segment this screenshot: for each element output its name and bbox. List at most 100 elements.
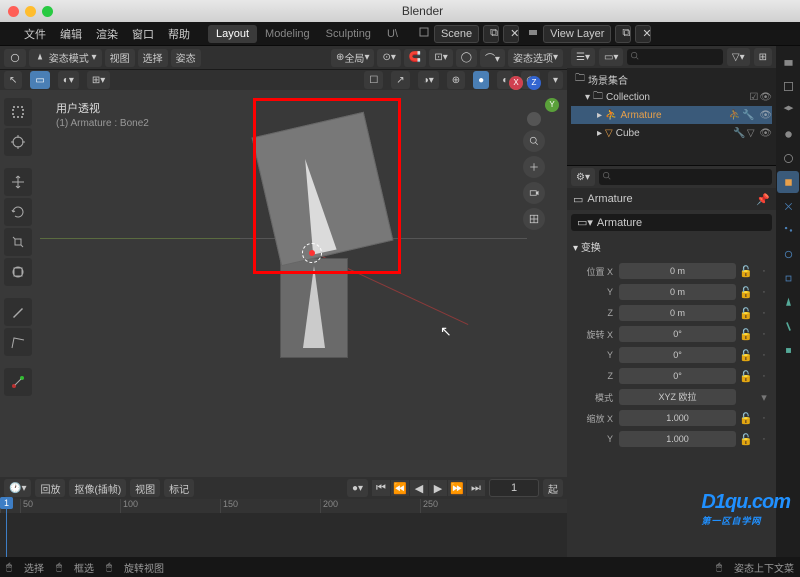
tab-viewlayer-icon[interactable] bbox=[777, 99, 799, 121]
object-name-field[interactable]: Armature bbox=[597, 217, 766, 229]
rot-x-field[interactable]: 0° bbox=[619, 326, 736, 342]
falloff-icon[interactable]: ⌒▾ bbox=[480, 49, 505, 67]
tree-scene-collection[interactable]: 🗀 场景集合 bbox=[571, 70, 772, 88]
move-view-icon[interactable] bbox=[523, 156, 545, 178]
tool-measure-icon[interactable] bbox=[4, 328, 32, 356]
outliner-filter-icon[interactable]: ▽▾ bbox=[727, 48, 750, 66]
tab-armature-icon[interactable] bbox=[777, 291, 799, 313]
disclosure-icon[interactable]: ▸ bbox=[597, 110, 602, 121]
outliner-display-icon[interactable]: ▭▾ bbox=[599, 48, 623, 66]
tool-transform-icon[interactable] bbox=[4, 258, 32, 286]
eye-icon[interactable]: 👁 bbox=[759, 128, 772, 139]
axis-z-icon[interactable]: Z bbox=[527, 76, 541, 90]
play-icon[interactable]: ▶ bbox=[429, 480, 447, 496]
tool-move-icon[interactable] bbox=[4, 168, 32, 196]
snap-target-icon[interactable]: ⊡▾ bbox=[429, 49, 452, 67]
disclosure-icon[interactable]: ▸ bbox=[597, 128, 602, 139]
tab-scene-icon[interactable] bbox=[777, 123, 799, 145]
timeline-editor-icon[interactable]: 🕐▾ bbox=[4, 479, 31, 497]
tab-output-icon[interactable] bbox=[777, 75, 799, 97]
menu-render[interactable]: 渲染 bbox=[90, 24, 124, 44]
show-gizmo-icon[interactable]: ↗ bbox=[391, 71, 409, 89]
keyframe-prev-icon[interactable]: ⏪ bbox=[391, 480, 409, 496]
eye-icon[interactable]: 👁 bbox=[759, 92, 772, 103]
rot-z-field[interactable]: 0° bbox=[619, 368, 736, 384]
tool-select-box-icon[interactable] bbox=[4, 98, 32, 126]
axis-x-icon[interactable]: X bbox=[509, 76, 523, 90]
lock-icon[interactable]: 🔓 bbox=[738, 286, 754, 299]
workspace-sculpting[interactable]: Sculpting bbox=[318, 25, 379, 43]
scene-selector[interactable]: Scene bbox=[434, 25, 479, 43]
disclosure-icon[interactable]: ▾ bbox=[585, 92, 590, 103]
timeline-marker[interactable]: 标记 bbox=[164, 479, 194, 497]
scene-copy-icon[interactable]: ⧉ bbox=[483, 25, 499, 43]
tab-constraints-icon[interactable] bbox=[777, 267, 799, 289]
tab-world-icon[interactable] bbox=[777, 147, 799, 169]
timeline-playback[interactable]: 回放 bbox=[35, 479, 65, 497]
blender-logo-icon[interactable] bbox=[4, 26, 16, 41]
props-editor-icon[interactable]: ⚙▾ bbox=[571, 168, 595, 186]
tab-bone-constraint-icon[interactable] bbox=[777, 339, 799, 361]
shading-solid-icon[interactable]: ● bbox=[473, 71, 489, 89]
menu-edit[interactable]: 编辑 bbox=[54, 24, 88, 44]
outliner-new-collection-icon[interactable]: ⊞ bbox=[754, 48, 772, 66]
mesh-data-icon[interactable]: ▽ bbox=[747, 128, 755, 139]
window-close[interactable] bbox=[8, 6, 19, 17]
select-mode-cursor-icon[interactable]: ↖ bbox=[4, 71, 22, 89]
props-search[interactable] bbox=[599, 169, 772, 185]
menu-window[interactable]: 窗口 bbox=[126, 24, 160, 44]
frame-start-label[interactable]: 起 bbox=[543, 479, 563, 497]
xray-icon[interactable]: ☐ bbox=[364, 71, 383, 89]
navigation-gizmo[interactable]: Z X Y bbox=[509, 76, 559, 126]
tab-physics-icon[interactable] bbox=[777, 243, 799, 265]
pivot-icon[interactable]: ⊙▾ bbox=[377, 49, 400, 67]
lock-icon[interactable]: 🔓 bbox=[738, 433, 754, 446]
options-dropdown[interactable]: 姿态选项 ▾ bbox=[508, 49, 563, 67]
workspace-modeling[interactable]: Modeling bbox=[257, 25, 318, 43]
lock-icon[interactable]: 🔓 bbox=[738, 412, 754, 425]
checkbox-icon[interactable]: ☑ bbox=[749, 92, 758, 103]
tab-render-icon[interactable] bbox=[777, 51, 799, 73]
header-pose[interactable]: 姿态 bbox=[171, 49, 201, 67]
shading-wire-icon[interactable]: ⊕ bbox=[447, 71, 465, 89]
breadcrumb-name[interactable]: Armature bbox=[587, 193, 632, 205]
editor-type-icon[interactable] bbox=[4, 49, 26, 67]
tab-particles-icon[interactable] bbox=[777, 219, 799, 241]
outliner-search[interactable] bbox=[627, 49, 722, 65]
viewlayer-icon[interactable] bbox=[527, 26, 539, 41]
wrench-icon[interactable]: 🔧 bbox=[733, 128, 745, 139]
tab-bone-icon[interactable] bbox=[777, 315, 799, 337]
scale-x-field[interactable]: 1.000 bbox=[619, 410, 736, 426]
tree-collection[interactable]: ▾ 🗀 Collection ☑👁 bbox=[571, 88, 772, 106]
eye-icon[interactable]: 👁 bbox=[759, 110, 772, 121]
workspace-layout[interactable]: Layout bbox=[208, 25, 257, 43]
viewlayer-copy-icon[interactable]: ⧉ bbox=[615, 25, 631, 43]
lock-icon[interactable]: 🔓 bbox=[738, 265, 754, 278]
bone-1[interactable] bbox=[303, 266, 325, 348]
lock-icon[interactable]: 🔓 bbox=[738, 370, 754, 383]
lock-icon[interactable]: 🔓 bbox=[738, 328, 754, 341]
tree-cube[interactable]: ▸ ▽ Cube 🔧▽ 👁 bbox=[571, 124, 772, 142]
wrench-icon[interactable]: 🔧 bbox=[742, 110, 754, 121]
frame-current[interactable]: 1 bbox=[489, 479, 539, 497]
scene-delete-icon[interactable]: ✕ bbox=[503, 25, 519, 43]
menu-help[interactable]: 帮助 bbox=[162, 24, 196, 44]
window-maximize[interactable] bbox=[42, 6, 53, 17]
pose-icon[interactable]: ⛹ bbox=[729, 110, 741, 121]
rotation-mode-select[interactable]: XYZ 欧拉 bbox=[619, 389, 736, 405]
timeline-keying[interactable]: 抠像(插帧) bbox=[69, 479, 126, 497]
autokey-icon[interactable]: ●▾ bbox=[347, 479, 368, 497]
section-transform[interactable]: ▾ 变换 bbox=[567, 235, 776, 258]
proportional-icon[interactable]: ◯ bbox=[456, 49, 477, 67]
tab-modifier-icon[interactable] bbox=[777, 195, 799, 217]
axis-z-neg-icon[interactable] bbox=[527, 112, 541, 126]
loc-z-field[interactable]: 0 m bbox=[619, 305, 736, 321]
orientation-selector[interactable]: ⊕ 全局 ▾ bbox=[331, 49, 374, 67]
loc-y-field[interactable]: 0 m bbox=[619, 284, 736, 300]
perspective-toggle-icon[interactable] bbox=[523, 208, 545, 230]
tool-cursor-icon[interactable] bbox=[4, 128, 32, 156]
viewlayer-selector[interactable]: View Layer bbox=[543, 25, 611, 43]
loc-x-field[interactable]: 0 m bbox=[619, 263, 736, 279]
pin-icon[interactable]: 📌 bbox=[756, 193, 770, 206]
scale-y-field[interactable]: 1.000 bbox=[619, 431, 736, 447]
